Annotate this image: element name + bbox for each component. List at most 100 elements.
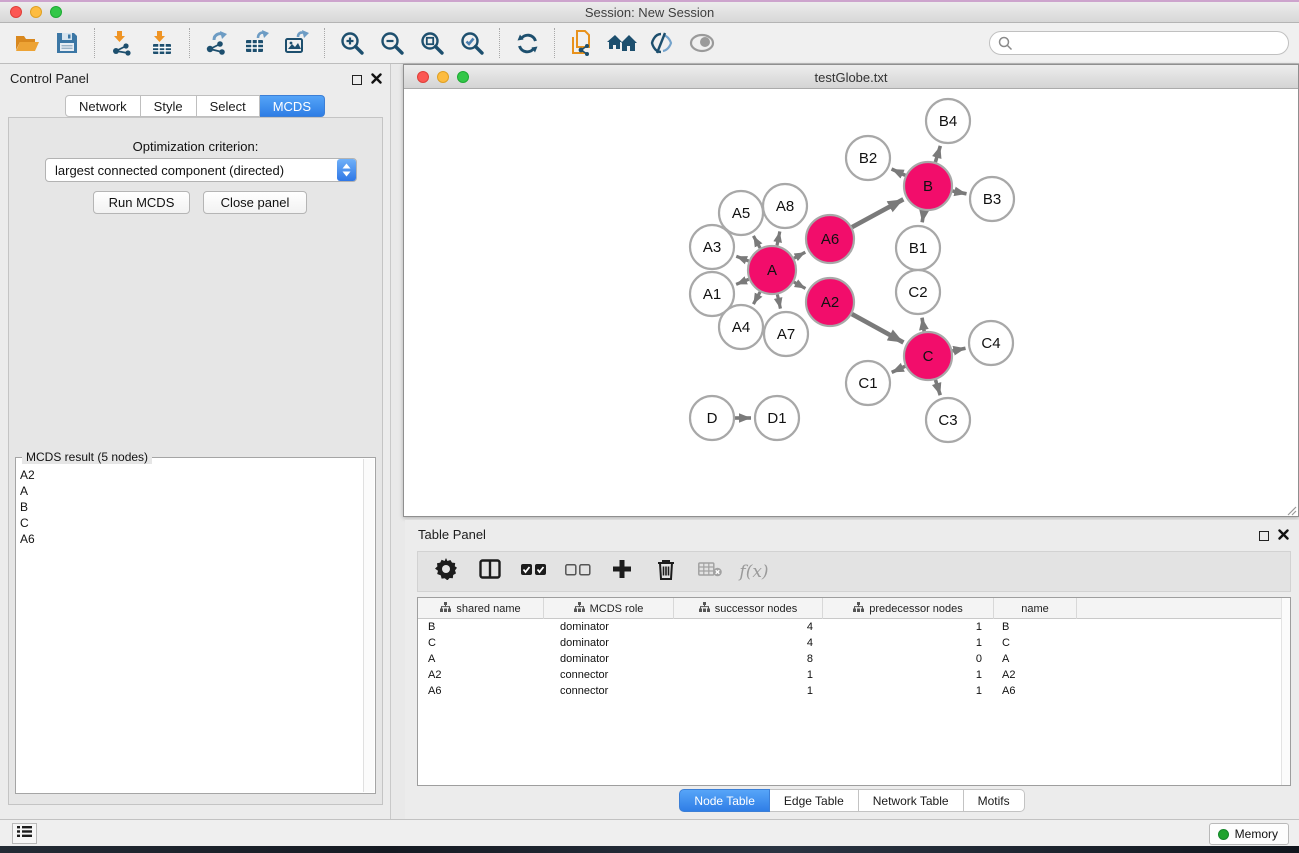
hide-graphics-details-button[interactable] <box>647 28 677 58</box>
table-cell[interactable]: 4 <box>674 619 823 635</box>
graph-edge-C-C3[interactable] <box>935 380 940 395</box>
resize-grip-icon[interactable] <box>1285 503 1297 515</box>
tab-mcds[interactable]: MCDS <box>260 95 325 117</box>
refresh-network-button[interactable] <box>512 28 542 58</box>
close-panel-button[interactable]: Close panel <box>203 191 307 214</box>
graph-edge-C-C4[interactable] <box>952 348 965 351</box>
mcds-result-item[interactable]: A2 <box>20 467 361 483</box>
graph-edge-A6-B[interactable] <box>852 199 903 227</box>
column-header-mcds-role[interactable]: MCDS role <box>544 598 674 619</box>
tab-select[interactable]: Select <box>197 95 260 117</box>
graph-edge-A2-C[interactable] <box>852 314 904 342</box>
graph-edge-A-A4[interactable] <box>753 292 760 304</box>
table-cell[interactable]: A <box>994 651 1077 667</box>
table-cell[interactable]: dominator <box>544 619 674 635</box>
float-panel-icon[interactable] <box>352 75 362 85</box>
zoom-fit-button[interactable] <box>417 28 447 58</box>
table-cell[interactable]: B <box>994 619 1077 635</box>
tab-style[interactable]: Style <box>141 95 197 117</box>
clone-network-button[interactable] <box>567 28 597 58</box>
zoom-in-button[interactable] <box>337 28 367 58</box>
add-column-button[interactable] <box>608 558 636 586</box>
mcds-result-item[interactable]: A6 <box>20 531 361 547</box>
table-cell[interactable]: A2 <box>994 667 1077 683</box>
tab-node-table[interactable]: Node Table <box>679 789 770 812</box>
table-cell[interactable]: A2 <box>418 667 544 683</box>
zoom-selected-button[interactable] <box>457 28 487 58</box>
float-table-panel-icon[interactable] <box>1259 531 1269 541</box>
graph-edge-B-B3[interactable] <box>952 191 966 194</box>
export-table-button[interactable] <box>242 28 272 58</box>
run-mcds-button[interactable]: Run MCDS <box>93 191 190 214</box>
deselect-all-button[interactable] <box>564 558 592 586</box>
table-scrollbar[interactable] <box>1281 598 1290 785</box>
criterion-dropdown[interactable]: largest connected component (directed) <box>45 158 357 182</box>
table-cell[interactable]: 1 <box>823 667 994 683</box>
tab-edge-table[interactable]: Edge Table <box>770 789 859 812</box>
graph-edge-A-A6[interactable] <box>794 252 805 258</box>
delete-column-button[interactable] <box>652 558 680 586</box>
mcds-result-item[interactable]: C <box>20 515 361 531</box>
close-table-panel-icon[interactable] <box>1278 527 1289 545</box>
mcds-scrollbar[interactable] <box>363 459 374 792</box>
table-cell[interactable]: connector <box>544 683 674 699</box>
graph-edge-A-A2[interactable] <box>794 282 806 288</box>
table-row[interactable]: Cdominator41C <box>418 635 1290 651</box>
table-cell[interactable]: C <box>994 635 1077 651</box>
table-row[interactable]: Adominator80A <box>418 651 1290 667</box>
mcds-result-item[interactable]: A <box>20 483 361 499</box>
table-cell[interactable]: B <box>418 619 544 635</box>
graph-edge-C-C2[interactable] <box>922 318 924 332</box>
export-image-button[interactable] <box>282 28 312 58</box>
tab-motifs[interactable]: Motifs <box>964 789 1025 812</box>
column-header-name[interactable]: name <box>994 598 1077 619</box>
home-layout-button[interactable] <box>607 28 637 58</box>
graph-edge-B-B2[interactable] <box>892 169 906 175</box>
function-builder-button[interactable]: f(x) <box>740 558 768 586</box>
save-session-button[interactable] <box>52 28 82 58</box>
column-header-successor-nodes[interactable]: successor nodes <box>674 598 823 619</box>
memory-button[interactable]: Memory <box>1209 823 1289 845</box>
table-row[interactable]: A2connector11A2 <box>418 667 1290 683</box>
table-cell[interactable]: A <box>418 651 544 667</box>
split-view-button[interactable] <box>476 558 504 586</box>
mcds-result-item[interactable]: B <box>20 499 361 515</box>
select-all-button[interactable] <box>520 558 548 586</box>
open-session-button[interactable] <box>12 28 42 58</box>
tab-network-table[interactable]: Network Table <box>859 789 964 812</box>
table-cell[interactable]: A6 <box>418 683 544 699</box>
app-titlebar[interactable]: Session: New Session <box>0 2 1299 23</box>
table-settings-button[interactable] <box>432 558 460 586</box>
graph-edge-A-A1[interactable] <box>736 279 749 284</box>
graph-edge-B-B4[interactable] <box>935 146 940 162</box>
table-cell[interactable]: 1 <box>674 667 823 683</box>
search-input[interactable] <box>989 31 1289 55</box>
table-cell[interactable]: 1 <box>823 683 994 699</box>
show-graphics-details-button[interactable] <box>687 28 717 58</box>
task-history-button[interactable] <box>12 823 37 844</box>
column-header-shared-name[interactable]: shared name <box>418 598 544 619</box>
table-cell[interactable]: 4 <box>674 635 823 651</box>
graph-edge-A-A3[interactable] <box>736 256 748 261</box>
graph-edge-A-A8[interactable] <box>777 231 780 245</box>
close-panel-icon[interactable] <box>371 71 382 89</box>
table-cell[interactable]: connector <box>544 667 674 683</box>
export-network-button[interactable] <box>202 28 232 58</box>
table-cell[interactable]: C <box>418 635 544 651</box>
zoom-out-button[interactable] <box>377 28 407 58</box>
table-cell[interactable]: 1 <box>823 635 994 651</box>
import-table-button[interactable] <box>147 28 177 58</box>
table-cell[interactable]: 8 <box>674 651 823 667</box>
table-cell[interactable]: A6 <box>994 683 1077 699</box>
tab-network[interactable]: Network <box>65 95 141 117</box>
table-cell[interactable]: 0 <box>823 651 994 667</box>
table-cell[interactable]: 1 <box>823 619 994 635</box>
network-window-titlebar[interactable]: testGlobe.txt <box>404 65 1298 89</box>
column-header-predecessor-nodes[interactable]: predecessor nodes <box>823 598 994 619</box>
table-cell[interactable]: dominator <box>544 651 674 667</box>
delete-table-button[interactable] <box>696 558 724 586</box>
graph-edge-B-B1[interactable] <box>922 211 924 223</box>
graph-edge-C-C1[interactable] <box>892 366 905 372</box>
table-cell[interactable]: dominator <box>544 635 674 651</box>
network-canvas[interactable]: B4B2BB3A8A5A6B1A3AC2A1A2A4A7C4CC1C3DD1 <box>404 89 1298 516</box>
